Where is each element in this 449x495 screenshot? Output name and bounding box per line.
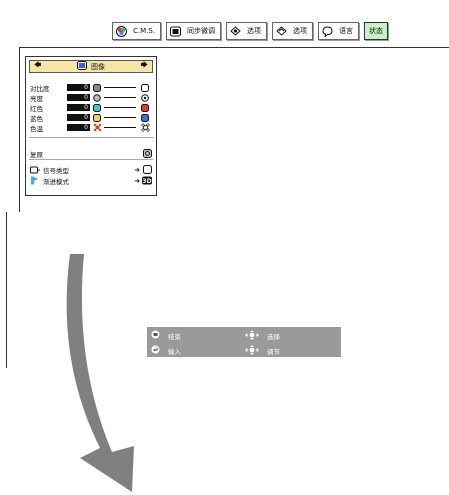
enter-button-icon	[151, 345, 160, 356]
help-enter: 输入	[151, 345, 181, 356]
help-select: 选择	[245, 330, 280, 342]
help-adjust: 调节	[245, 345, 280, 357]
select-label: 选择	[267, 333, 280, 341]
menu-button-icon	[151, 330, 160, 341]
dpad-icon	[245, 330, 259, 342]
end-label: 结束	[168, 332, 181, 341]
dpad-lr-icon	[245, 345, 259, 357]
adjust-label: 调节	[267, 348, 280, 356]
pointer-arrow-icon	[66, 254, 134, 492]
enter-label: 输入	[168, 347, 181, 356]
help-bar: 结束 选择 输入 调节	[147, 327, 341, 357]
help-end: 结束	[151, 330, 181, 341]
